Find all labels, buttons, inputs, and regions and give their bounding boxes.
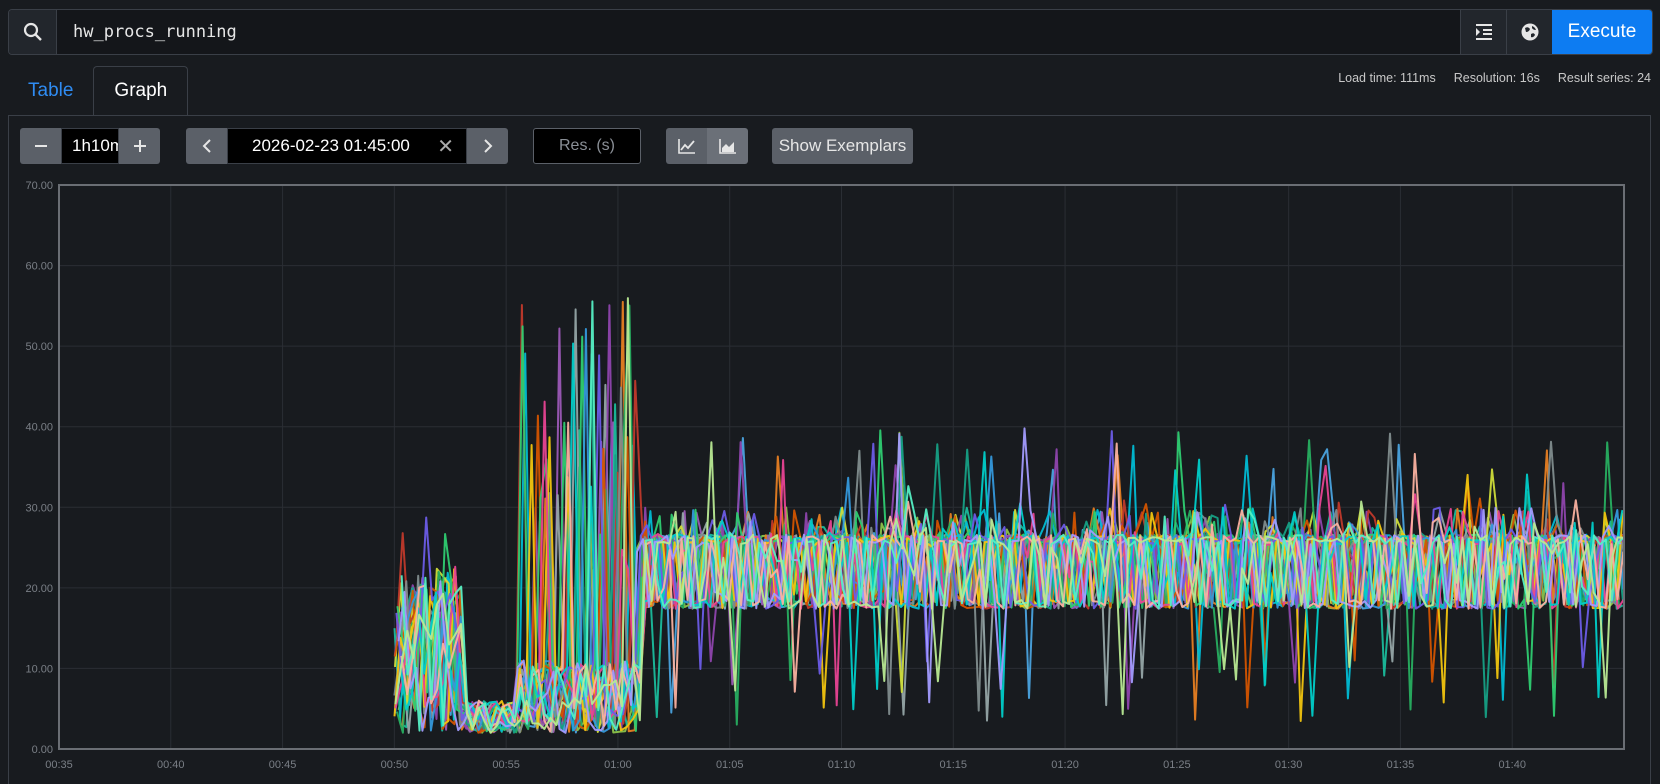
previous-time-button[interactable] xyxy=(186,128,227,164)
minus-icon xyxy=(34,145,47,147)
y-tick-label: 0.00 xyxy=(32,744,53,756)
chevron-right-icon xyxy=(483,139,492,153)
y-tick-label: 30.00 xyxy=(25,502,53,514)
x-tick-label: 00:40 xyxy=(157,759,185,771)
y-tick-label: 70.00 xyxy=(25,180,53,192)
resolution: Resolution: 16s xyxy=(1453,71,1540,85)
x-tick-label: 01:30 xyxy=(1275,759,1303,771)
unstacked-button[interactable] xyxy=(666,128,707,164)
y-tick-label: 10.00 xyxy=(25,663,53,675)
format-query-button[interactable] xyxy=(1460,10,1506,54)
time-series-chart: 0.0010.0020.0030.0040.0050.0060.0070.00 … xyxy=(25,180,1625,771)
result-series: Result series: 24 xyxy=(1557,71,1651,85)
plus-icon xyxy=(133,140,146,152)
x-tick-label: 01:25 xyxy=(1163,759,1191,771)
load-time: Load time: 111ms xyxy=(1338,71,1436,85)
metrics-explorer-button[interactable] xyxy=(1506,10,1552,54)
x-tick-label: 01:10 xyxy=(828,759,856,771)
x-tick-label: 00:35 xyxy=(45,759,73,771)
range-input[interactable]: 1h10m xyxy=(61,128,119,164)
x-tick-label: 01:40 xyxy=(1498,759,1526,771)
execute-button[interactable]: Execute xyxy=(1552,10,1652,54)
y-tick-label: 50.00 xyxy=(25,341,53,353)
x-tick-label: 01:20 xyxy=(1051,759,1079,771)
chevron-left-icon xyxy=(202,139,211,153)
y-tick-label: 40.00 xyxy=(25,422,53,434)
query-input[interactable] xyxy=(57,10,1460,54)
y-axis-labels: 0.00 10.00 20.00 30.00 40.00 50.00 60.00 70.00 xyxy=(25,180,53,756)
decrease-range-button[interactable] xyxy=(20,128,61,164)
series-lines xyxy=(393,297,1625,734)
end-time-value: 2026-02-23 01:45:00 xyxy=(252,136,410,155)
chart-type-toggle xyxy=(666,128,748,164)
stacked-button[interactable] xyxy=(707,128,748,164)
resolution-input[interactable]: Res. (s) xyxy=(533,128,641,164)
x-tick-label: 01:00 xyxy=(604,759,632,771)
x-tick-label: 00:45 xyxy=(269,759,297,771)
end-time-control: 2026-02-23 01:45:00 ✕ xyxy=(186,128,508,164)
show-exemplars-button[interactable]: Show Exemplars xyxy=(772,128,913,164)
area-chart-icon xyxy=(718,139,736,154)
x-tick-label: 00:55 xyxy=(492,759,520,771)
range-control: 1h10m xyxy=(20,128,160,164)
x-tick-label: 01:35 xyxy=(1387,759,1415,771)
x-axis-labels: 00:35 00:40 00:45 00:50 00:55 01:00 01:05 01:10… xyxy=(45,759,1526,771)
query-bar: Execute xyxy=(8,9,1653,55)
x-tick-label: 01:15 xyxy=(940,759,968,771)
line-chart-icon xyxy=(677,139,695,154)
search-icon xyxy=(9,10,57,54)
tab-bar: Table Graph xyxy=(8,66,189,115)
tab-table[interactable]: Table xyxy=(8,66,93,115)
chart-grid xyxy=(58,184,1624,750)
x-tick-label: 00:50 xyxy=(381,759,409,771)
increase-range-button[interactable] xyxy=(119,128,160,164)
x-tick-label: 01:05 xyxy=(716,759,744,771)
clear-icon[interactable]: ✕ xyxy=(437,134,454,159)
y-tick-label: 20.00 xyxy=(25,583,53,595)
indent-icon xyxy=(1475,24,1492,40)
tab-graph[interactable]: Graph xyxy=(93,66,189,115)
end-time-input[interactable]: 2026-02-23 01:45:00 ✕ xyxy=(227,128,467,164)
next-time-button[interactable] xyxy=(467,128,508,164)
query-stats: Load time: 111ms Resolution: 16s Result … xyxy=(1338,71,1651,85)
y-tick-label: 60.00 xyxy=(25,261,53,273)
globe-icon xyxy=(1521,23,1538,41)
